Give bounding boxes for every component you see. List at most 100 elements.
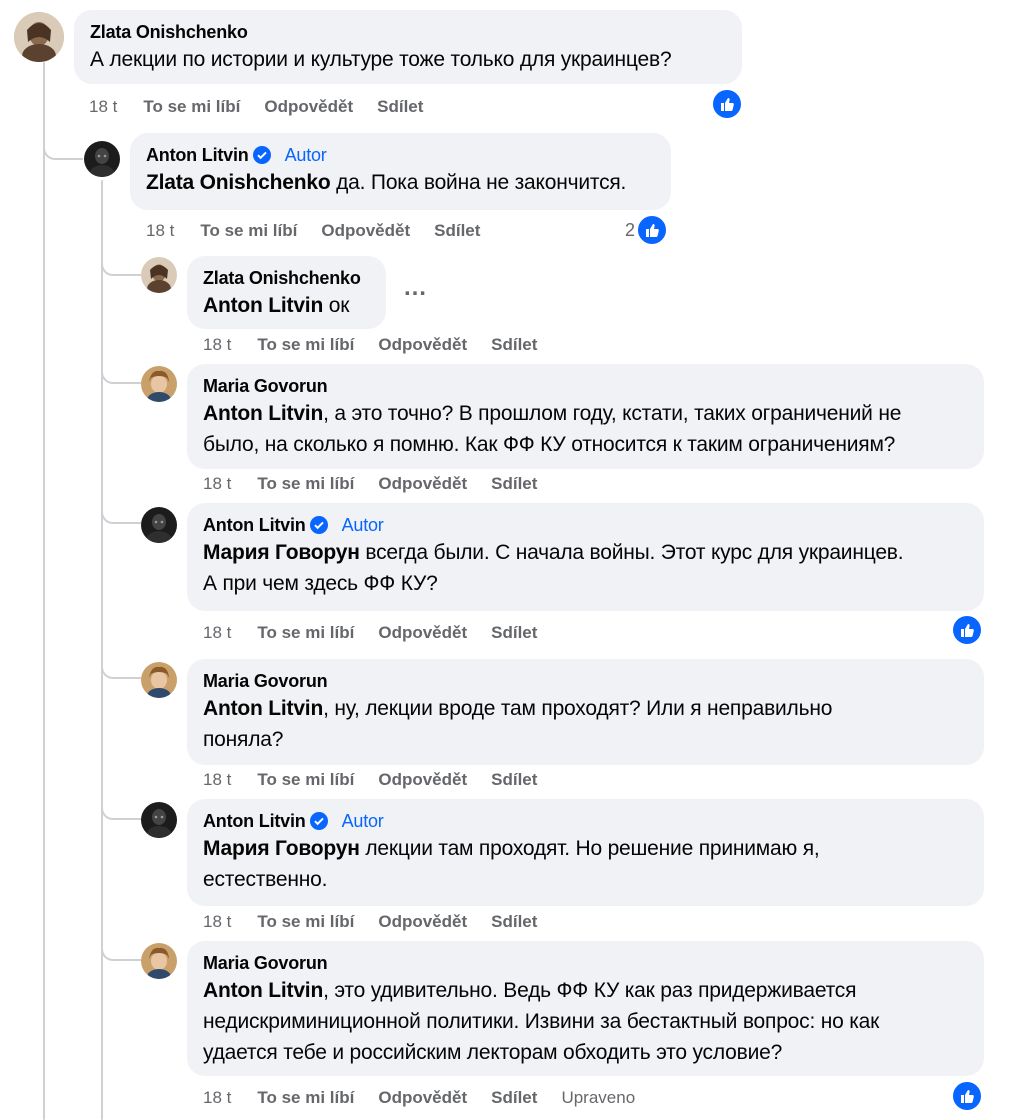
avatar[interactable] [14, 12, 64, 62]
timestamp[interactable]: 18 t [203, 335, 231, 355]
timestamp[interactable]: 18 t [203, 770, 231, 790]
reply-button[interactable]: Odpovědět [264, 97, 353, 117]
like-button[interactable]: To se mi líbí [257, 623, 354, 643]
share-button[interactable]: Sdílet [377, 97, 423, 117]
mention-link[interactable]: Zlata Onishchenko [146, 171, 331, 194]
author-badge: Autor [341, 811, 384, 831]
comment-text: Мария Говорун всегда были. С начала войн… [203, 541, 904, 595]
author-name[interactable]: Zlata Onishchenko [90, 20, 248, 44]
comment-text: Anton Litvin ок [203, 294, 350, 317]
more-options-button[interactable]: … [403, 274, 428, 302]
reply-button[interactable]: Odpovědět [378, 623, 467, 643]
author-name[interactable]: Anton Litvin [203, 513, 306, 537]
author-name[interactable]: Zlata Onishchenko [203, 266, 361, 290]
mention-link[interactable]: Мария Говорун [203, 541, 360, 564]
timestamp[interactable]: 18 t [146, 221, 174, 241]
like-button[interactable]: To se mi líbí [200, 221, 297, 241]
mention-link[interactable]: Anton Litvin [203, 697, 323, 720]
thread-connector [101, 254, 141, 276]
reply-button[interactable]: Odpovědět [378, 335, 467, 355]
reaction-summary[interactable] [951, 1080, 983, 1112]
thread-line-reply [101, 180, 103, 1120]
author-name[interactable]: Maria Govorun [203, 669, 328, 693]
author-name[interactable]: Maria Govorun [203, 374, 328, 398]
share-button[interactable]: Sdílet [491, 770, 537, 790]
reaction-summary[interactable]: 2 [625, 214, 669, 246]
comment-bubble: Zlata Onishchenko Anton Litvin ок [187, 256, 386, 329]
verified-badge-icon [252, 146, 271, 164]
mention-link[interactable]: Anton Litvin [203, 294, 323, 317]
avatar[interactable] [141, 802, 177, 838]
avatar[interactable] [141, 366, 177, 402]
reply-button[interactable]: Odpovědět [378, 770, 467, 790]
avatar[interactable] [141, 943, 177, 979]
comment-bubble: Anton Litvin Autor Zlata Onishchenko да.… [130, 133, 671, 210]
comment-text: Мария Говорун лекции там проходят. Но ре… [203, 837, 820, 891]
like-button[interactable]: To se mi líbí [143, 97, 240, 117]
timestamp[interactable]: 18 t [203, 474, 231, 494]
like-icon [951, 1080, 983, 1112]
avatar[interactable] [141, 662, 177, 698]
comment-bubble: Maria Govorun Anton Litvin, ну, лекции в… [187, 659, 984, 765]
share-button[interactable]: Sdílet [491, 623, 537, 643]
like-icon [951, 614, 983, 646]
reply-button[interactable]: Odpovědět [378, 1088, 467, 1108]
verified-badge-icon [309, 516, 328, 534]
author-name[interactable]: Maria Govorun [203, 951, 328, 975]
share-button[interactable]: Sdílet [491, 912, 537, 932]
comment-actions: 18 t To se mi líbí Odpovědět Sdílet [203, 768, 561, 792]
comment-actions: 18 t To se mi líbí Odpovědět Sdílet [203, 333, 561, 357]
comment-bubble: Anton Litvin Autor Мария Говорун лекции … [187, 799, 984, 906]
avatar[interactable] [84, 141, 120, 177]
like-button[interactable]: To se mi líbí [257, 474, 354, 494]
timestamp[interactable]: 18 t [203, 912, 231, 932]
avatar[interactable] [141, 507, 177, 543]
timestamp[interactable]: 18 t [203, 1088, 231, 1108]
like-icon [636, 214, 669, 246]
timestamp[interactable]: 18 t [203, 623, 231, 643]
mention-link[interactable]: Мария Говорун [203, 837, 360, 860]
comment-bubble: Maria Govorun Anton Litvin, это удивител… [187, 941, 984, 1076]
thread-line-main [43, 62, 45, 1120]
mention-link[interactable]: Anton Litvin [203, 402, 323, 425]
thread-connector [101, 796, 141, 820]
thread-connector [101, 500, 141, 524]
avatar[interactable] [141, 257, 177, 293]
verified-badge-icon [309, 812, 328, 830]
comment-actions: 18 t To se mi líbí Odpovědět Sdílet [203, 910, 561, 934]
comment-actions: 18 t To se mi líbí Odpovědět Sdílet Upra… [203, 1086, 659, 1110]
comment-text: Anton Litvin, а это точно? В прошлом год… [203, 402, 902, 456]
author-name[interactable]: Anton Litvin [203, 809, 306, 833]
reaction-summary[interactable] [951, 614, 983, 646]
like-button[interactable]: To se mi líbí [257, 335, 354, 355]
author-name[interactable]: Anton Litvin [146, 143, 249, 167]
edited-label[interactable]: Upraveno [561, 1088, 635, 1108]
thread-connector [43, 140, 83, 160]
share-button[interactable]: Sdílet [491, 474, 537, 494]
reply-button[interactable]: Odpovědět [378, 912, 467, 932]
thread-connector [101, 937, 141, 961]
reaction-summary[interactable] [711, 88, 743, 120]
comment-actions: 18 t To se mi líbí Odpovědět Sdílet [203, 621, 561, 645]
thread-connector [101, 655, 141, 679]
comment-text: Anton Litvin, это удивительно. Ведь ФФ К… [203, 979, 880, 1064]
author-badge: Autor [284, 145, 327, 165]
comment-bubble: Anton Litvin Autor Мария Говорун всегда … [187, 503, 984, 611]
like-button[interactable]: To se mi líbí [257, 770, 354, 790]
share-button[interactable]: Sdílet [434, 221, 480, 241]
share-button[interactable]: Sdílet [491, 1088, 537, 1108]
comment-bubble: Maria Govorun Anton Litvin, а это точно?… [187, 364, 984, 469]
like-icon [711, 88, 743, 120]
timestamp[interactable]: 18 t [89, 97, 117, 117]
mention-link[interactable]: Anton Litvin [203, 979, 323, 1002]
comment-text: Zlata Onishchenko да. Пока война не зако… [146, 171, 627, 194]
author-badge: Autor [341, 515, 384, 535]
thread-connector [101, 360, 141, 384]
reply-button[interactable]: Odpovědět [378, 474, 467, 494]
comment-actions: 18 t To se mi líbí Odpovědět Sdílet [203, 472, 561, 496]
share-button[interactable]: Sdílet [491, 335, 537, 355]
like-button[interactable]: To se mi líbí [257, 1088, 354, 1108]
comment-actions: 18 t To se mi líbí Odpovědět Sdílet [146, 219, 504, 243]
reply-button[interactable]: Odpovědět [321, 221, 410, 241]
like-button[interactable]: To se mi líbí [257, 912, 354, 932]
